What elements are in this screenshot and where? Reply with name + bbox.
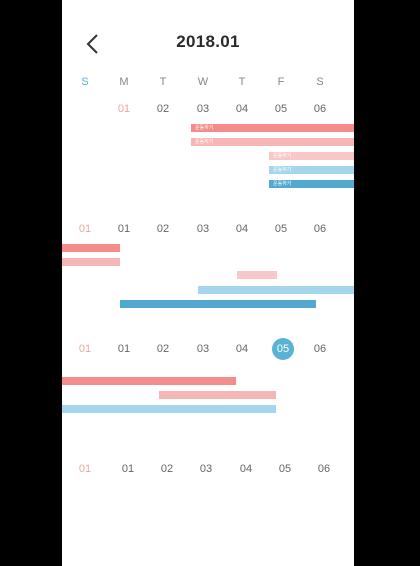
event-bar[interactable]: 운동하기 (269, 180, 354, 188)
day-cell[interactable]: 06 (307, 342, 333, 356)
weekday-sat: S (316, 76, 324, 88)
selected-day[interactable]: 05 (272, 338, 294, 360)
day-cell[interactable]: 06 (307, 102, 333, 116)
day-cell[interactable]: 02 (150, 222, 176, 236)
day-cell[interactable]: 03 (190, 222, 216, 236)
day-cell[interactable]: 03 (193, 462, 219, 476)
day-cell[interactable]: 01 (115, 462, 141, 476)
day-cell[interactable]: 01 (111, 102, 137, 116)
day-cell[interactable]: 03 (190, 342, 216, 356)
month-title: 2018.01 (176, 32, 240, 51)
day-cell[interactable]: 01 (111, 222, 137, 236)
event-bar[interactable] (159, 391, 276, 399)
day-cell[interactable]: 06 (307, 222, 333, 236)
event-bar[interactable]: 운동하기 (269, 166, 354, 174)
weekday-sun: S (81, 76, 89, 88)
event-bar[interactable] (198, 286, 354, 294)
event-bar[interactable] (120, 300, 316, 308)
day-cell[interactable]: 01 (72, 462, 98, 476)
day-cell[interactable]: 02 (150, 102, 176, 116)
event-bar[interactable] (62, 377, 236, 385)
event-bar[interactable]: 운동하기 (191, 124, 354, 132)
weekday-mon: M (119, 76, 129, 88)
day-cell[interactable]: 02 (154, 462, 180, 476)
weekday-thu: T (238, 76, 246, 88)
day-cell[interactable]: 05 (272, 462, 298, 476)
day-cell[interactable]: 06 (311, 462, 337, 476)
weekday-tue: T (159, 76, 167, 88)
day-cell[interactable]: 04 (229, 222, 255, 236)
day-cell[interactable]: 01 (72, 342, 98, 356)
day-cell[interactable]: 05 (268, 222, 294, 236)
calendar-header: 2018.01 (62, 0, 354, 80)
weekday-fri: F (277, 76, 285, 88)
event-label: 운동하기 (273, 167, 292, 173)
weekday-wed: W (197, 76, 209, 88)
event-label: 운동하기 (273, 153, 292, 159)
event-bar[interactable]: 운동하기 (269, 152, 354, 160)
event-label: 운동하기 (195, 139, 214, 145)
event-label: 운동하기 (195, 125, 214, 131)
day-cell[interactable]: 04 (229, 102, 255, 116)
day-cell[interactable]: 02 (150, 342, 176, 356)
event-label: 운동하기 (273, 181, 292, 187)
calendar-screen: 2018.01 S M T W T F S 01 02 03 04 05 06 … (62, 0, 354, 566)
event-bar[interactable] (237, 271, 277, 279)
day-cell[interactable]: 03 (190, 102, 216, 116)
event-bar[interactable]: 운동하기 (191, 138, 354, 146)
day-cell[interactable]: 01 (111, 342, 137, 356)
day-cell[interactable]: 05 (268, 102, 294, 116)
event-bar[interactable] (62, 405, 276, 413)
event-bar[interactable] (62, 258, 120, 266)
day-cell[interactable]: 01 (72, 222, 98, 236)
event-bar[interactable] (62, 244, 120, 252)
day-cell[interactable]: 04 (229, 342, 255, 356)
day-cell[interactable]: 04 (233, 462, 259, 476)
